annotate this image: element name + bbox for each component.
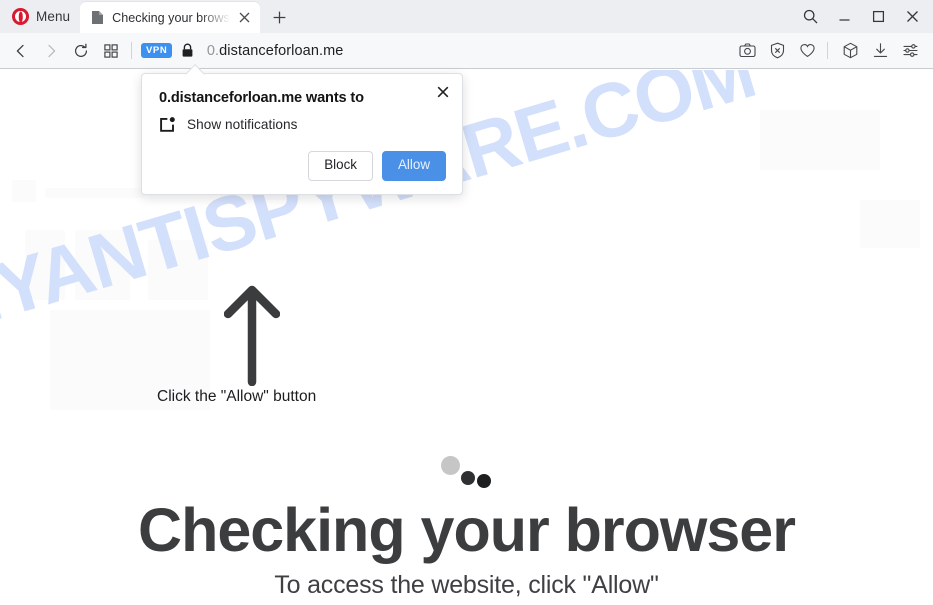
window-controls [793, 0, 933, 33]
page-content: MYANTISPYWARE.COM Click the "Allow" butt… [0, 70, 933, 605]
actions-divider [827, 42, 828, 59]
lock-icon[interactable] [181, 43, 194, 58]
allow-hint-text: Click the "Allow" button [157, 388, 317, 405]
notification-icon [159, 116, 176, 133]
allow-button[interactable]: Allow [382, 151, 446, 181]
up-arrow-icon [223, 284, 281, 391]
reload-button[interactable] [66, 36, 96, 66]
url-host: distanceforloan.me [219, 42, 344, 59]
browser-window: Menu Checking your browser VPN 0.distanc… [0, 0, 933, 605]
loading-dot [441, 456, 460, 475]
close-window-icon[interactable] [895, 2, 929, 32]
browser-tab[interactable]: Checking your browser [80, 2, 261, 33]
pods-icon[interactable] [835, 36, 865, 66]
toolbar-divider [131, 42, 132, 59]
tab-overview-button[interactable] [96, 36, 126, 66]
address-bar-actions [732, 36, 925, 66]
permission-request-row: Show notifications [159, 116, 446, 133]
opera-logo-icon [12, 8, 29, 25]
snapshot-icon[interactable] [732, 36, 762, 66]
page-subtitle: To access the website, click "Allow" [274, 571, 659, 599]
tab-title: Checking your browser [112, 10, 235, 25]
downloads-icon[interactable] [865, 36, 895, 66]
page-title: Checking your browser [138, 496, 796, 564]
url-scheme: 0. [206, 42, 220, 59]
block-button[interactable]: Block [308, 151, 373, 181]
new-tab-button[interactable] [264, 2, 294, 33]
forward-button[interactable] [36, 36, 66, 66]
menu-label: Menu [36, 9, 71, 24]
easy-setup-icon[interactable] [895, 36, 925, 66]
loading-dots [441, 456, 501, 490]
url-text[interactable]: 0.distanceforloan.me [207, 43, 732, 59]
vpn-badge[interactable]: VPN [141, 43, 172, 58]
address-bar: VPN 0.distanceforloan.me [0, 33, 933, 69]
tab-strip: Menu Checking your browser [0, 0, 933, 33]
search-icon[interactable] [793, 2, 827, 32]
minimize-icon[interactable] [827, 2, 861, 32]
ad-blocker-icon[interactable] [762, 36, 792, 66]
permission-title: 0.distanceforloan.me wants to [159, 90, 364, 106]
notification-permission-dialog: 0.distanceforloan.me wants to Show notif… [141, 73, 463, 195]
forward-arrow-icon [48, 44, 56, 57]
opera-menu-button[interactable]: Menu [0, 0, 80, 33]
page-icon [91, 10, 104, 25]
grid-icon [104, 43, 118, 58]
permission-request-text: Show notifications [187, 117, 298, 133]
close-icon[interactable] [433, 82, 453, 102]
back-arrow-icon [16, 44, 24, 57]
back-button[interactable] [6, 36, 36, 66]
plus-icon [273, 11, 286, 24]
permission-actions: Block Allow [159, 151, 446, 181]
loading-dot [461, 471, 475, 485]
heart-icon[interactable] [792, 36, 822, 66]
loading-dot [477, 474, 491, 488]
maximize-icon[interactable] [861, 2, 895, 32]
watermark: MYANTISPYWARE.COM [0, 70, 764, 352]
reload-icon [74, 43, 88, 57]
tab-close-icon[interactable] [235, 8, 254, 27]
